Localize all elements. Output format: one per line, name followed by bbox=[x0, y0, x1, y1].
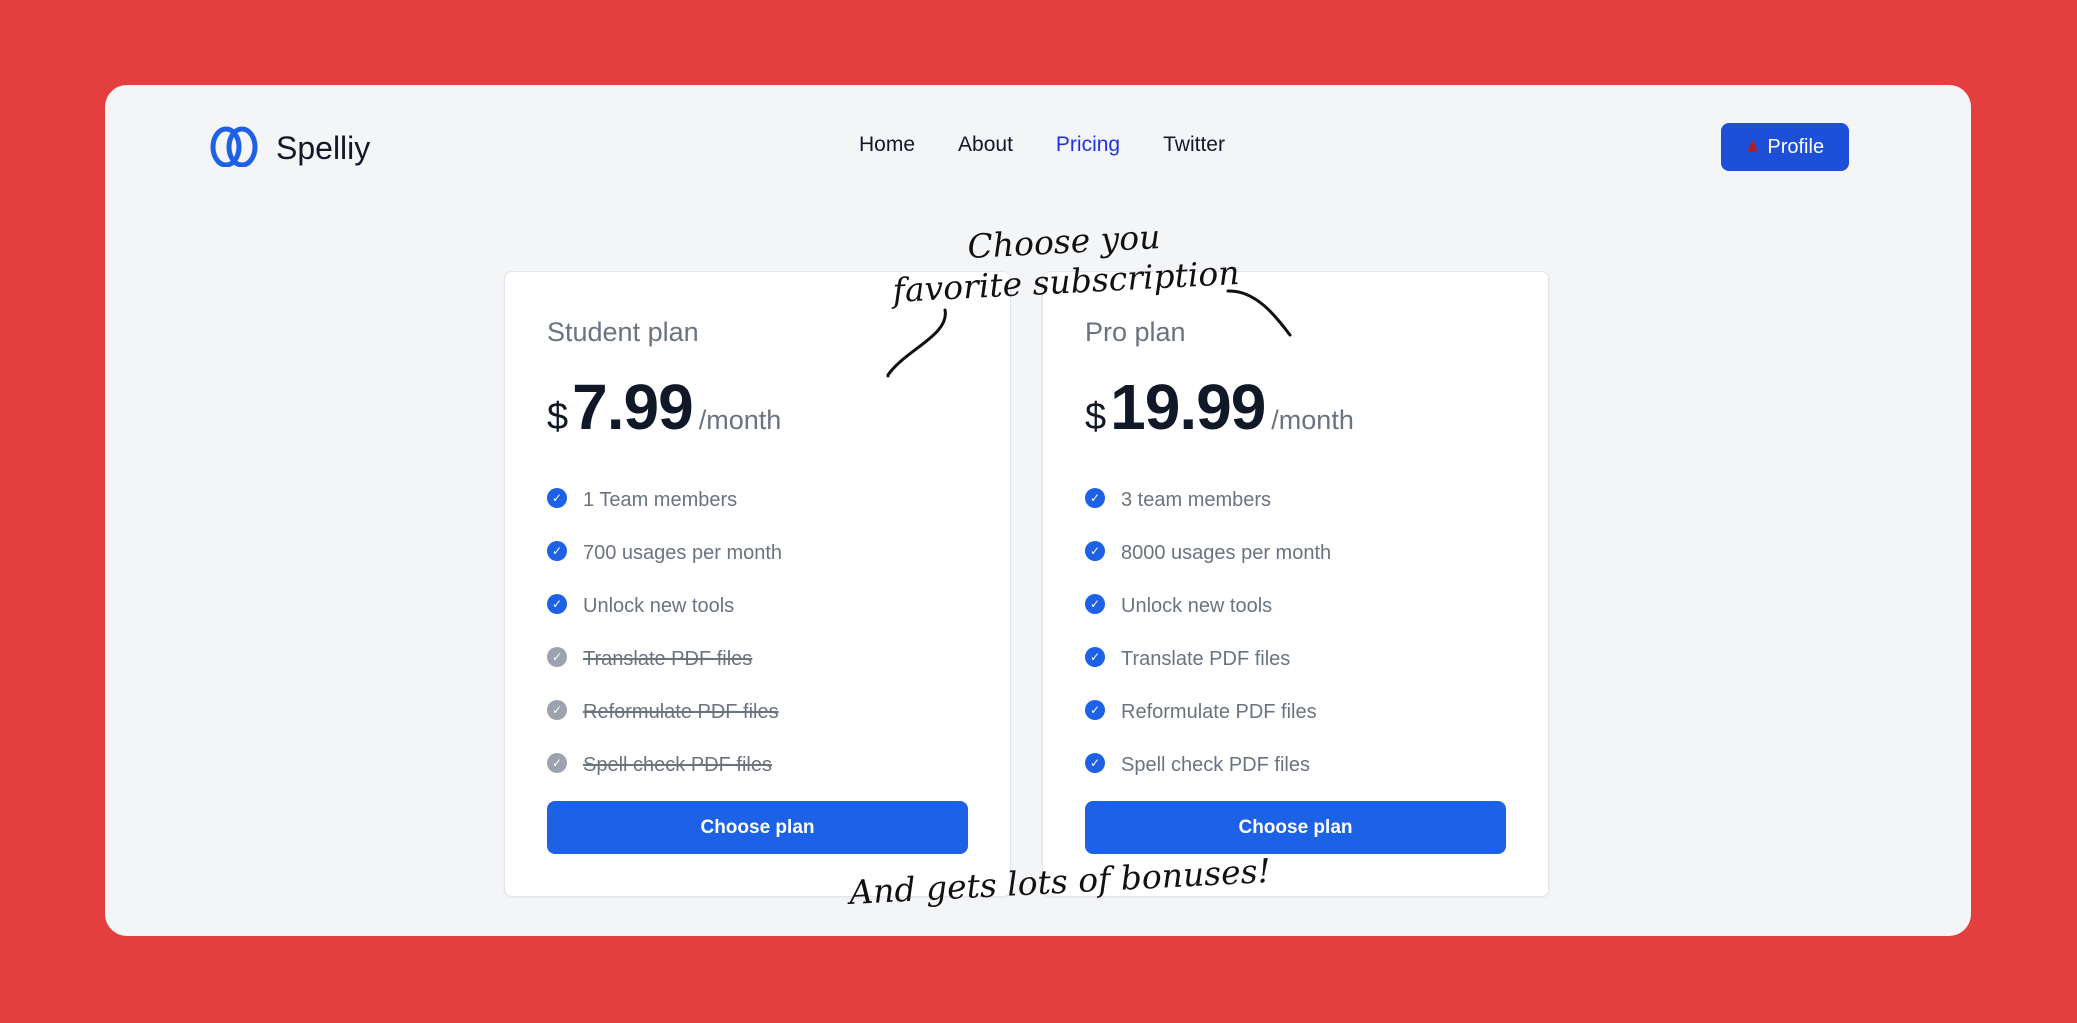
price-amount: 7.99 bbox=[572, 371, 694, 443]
price-currency: $ bbox=[547, 396, 569, 438]
nav-about[interactable]: About bbox=[958, 133, 1013, 157]
check-circle-icon: ✓ bbox=[547, 752, 567, 773]
price-currency: $ bbox=[1085, 396, 1107, 438]
feature-text: Reformulate PDF files bbox=[1121, 701, 1317, 723]
check-circle-icon: ✓ bbox=[1085, 752, 1105, 773]
plan-card-pro: Pro plan $ 19.99 /month ✓ 3 team members … bbox=[1042, 271, 1549, 897]
feature-text: Reformulate PDF files bbox=[583, 701, 779, 723]
feature-text: 1 Team members bbox=[583, 489, 738, 511]
check-circle-icon: ✓ bbox=[1085, 593, 1105, 614]
feature-text: 700 usages per month bbox=[583, 542, 783, 564]
plan-name: Student plan bbox=[547, 317, 699, 347]
check-circle-icon: ✓ bbox=[547, 487, 567, 508]
feature-item: ✓ Spell check PDF files bbox=[547, 739, 782, 792]
plan-card-student: Student plan $ 7.99 /month ✓ 1 Team membe… bbox=[504, 271, 1011, 897]
check-circle-icon: ✓ bbox=[1085, 646, 1105, 667]
feature-text: Spell check PDF files bbox=[1121, 754, 1310, 776]
price-amount: 19.99 bbox=[1110, 371, 1266, 443]
brand-logo[interactable]: Spelliy bbox=[208, 125, 370, 172]
feature-item: ✓ 8000 usages per month bbox=[1085, 527, 1331, 580]
check-circle-icon: ✓ bbox=[547, 699, 567, 720]
nav-home[interactable]: Home bbox=[859, 133, 915, 157]
feature-text: 3 team members bbox=[1121, 489, 1272, 511]
main-window: Spelliy Home About Pricing Twitter ♟ Pro… bbox=[105, 85, 1971, 936]
feature-item: ✓ Reformulate PDF files bbox=[547, 686, 782, 739]
feature-item: ✓ Unlock new tools bbox=[547, 580, 782, 633]
nav-twitter[interactable]: Twitter bbox=[1163, 133, 1225, 157]
price-period: /month bbox=[1271, 405, 1354, 435]
feature-list: ✓ 3 team members ✓ 8000 usages per month ✓… bbox=[1085, 474, 1331, 792]
feature-item: ✓ 3 team members bbox=[1085, 474, 1331, 527]
feature-text: Translate PDF files bbox=[1121, 648, 1291, 670]
feature-text: Spell check PDF files bbox=[583, 754, 772, 776]
annotation-arrows bbox=[886, 289, 1292, 378]
double-loop-logo-icon bbox=[208, 125, 260, 172]
feature-item: ✓ Unlock new tools bbox=[1085, 580, 1331, 633]
plan-name: Pro plan bbox=[1085, 317, 1186, 347]
choose-plan-button[interactable]: Choose plan bbox=[1085, 801, 1506, 854]
plan-price: $ 7.99 /month bbox=[547, 370, 781, 444]
feature-item: ✓ Spell check PDF files bbox=[1085, 739, 1331, 792]
profile-button[interactable]: ♟ Profile bbox=[1721, 123, 1849, 171]
feature-item: ✓ 700 usages per month bbox=[547, 527, 782, 580]
feature-text: Unlock new tools bbox=[583, 595, 735, 617]
feature-text: Unlock new tools bbox=[1121, 595, 1273, 617]
price-period: /month bbox=[698, 405, 782, 435]
feature-text: Translate PDF files bbox=[583, 648, 753, 670]
feature-item: ✓ Translate PDF files bbox=[1085, 633, 1331, 686]
feature-item: ✓ Translate PDF files bbox=[547, 633, 782, 686]
check-circle-icon: ✓ bbox=[1085, 699, 1105, 720]
main-nav: Home About Pricing Twitter bbox=[859, 133, 1225, 157]
nav-pricing[interactable]: Pricing bbox=[1056, 133, 1120, 157]
brand-name: Spelliy bbox=[276, 130, 371, 166]
check-circle-icon: ✓ bbox=[547, 593, 567, 614]
check-circle-icon: ✓ bbox=[547, 540, 567, 561]
check-circle-icon: ✓ bbox=[1085, 540, 1105, 561]
check-circle-icon: ✓ bbox=[1085, 487, 1105, 508]
feature-text: 8000 usages per month bbox=[1121, 542, 1332, 564]
check-circle-icon: ✓ bbox=[547, 646, 567, 667]
profile-button-label: Profile bbox=[1767, 135, 1825, 158]
feature-item: ✓ 1 Team members bbox=[547, 474, 782, 527]
user-icon: ♟ bbox=[1745, 139, 1760, 156]
feature-item: ✓ Reformulate PDF files bbox=[1085, 686, 1331, 739]
plan-price: $ 19.99 /month bbox=[1085, 370, 1354, 444]
choose-plan-button[interactable]: Choose plan bbox=[547, 801, 968, 854]
feature-list: ✓ 1 Team members ✓ 700 usages per month ✓ U… bbox=[547, 474, 782, 792]
